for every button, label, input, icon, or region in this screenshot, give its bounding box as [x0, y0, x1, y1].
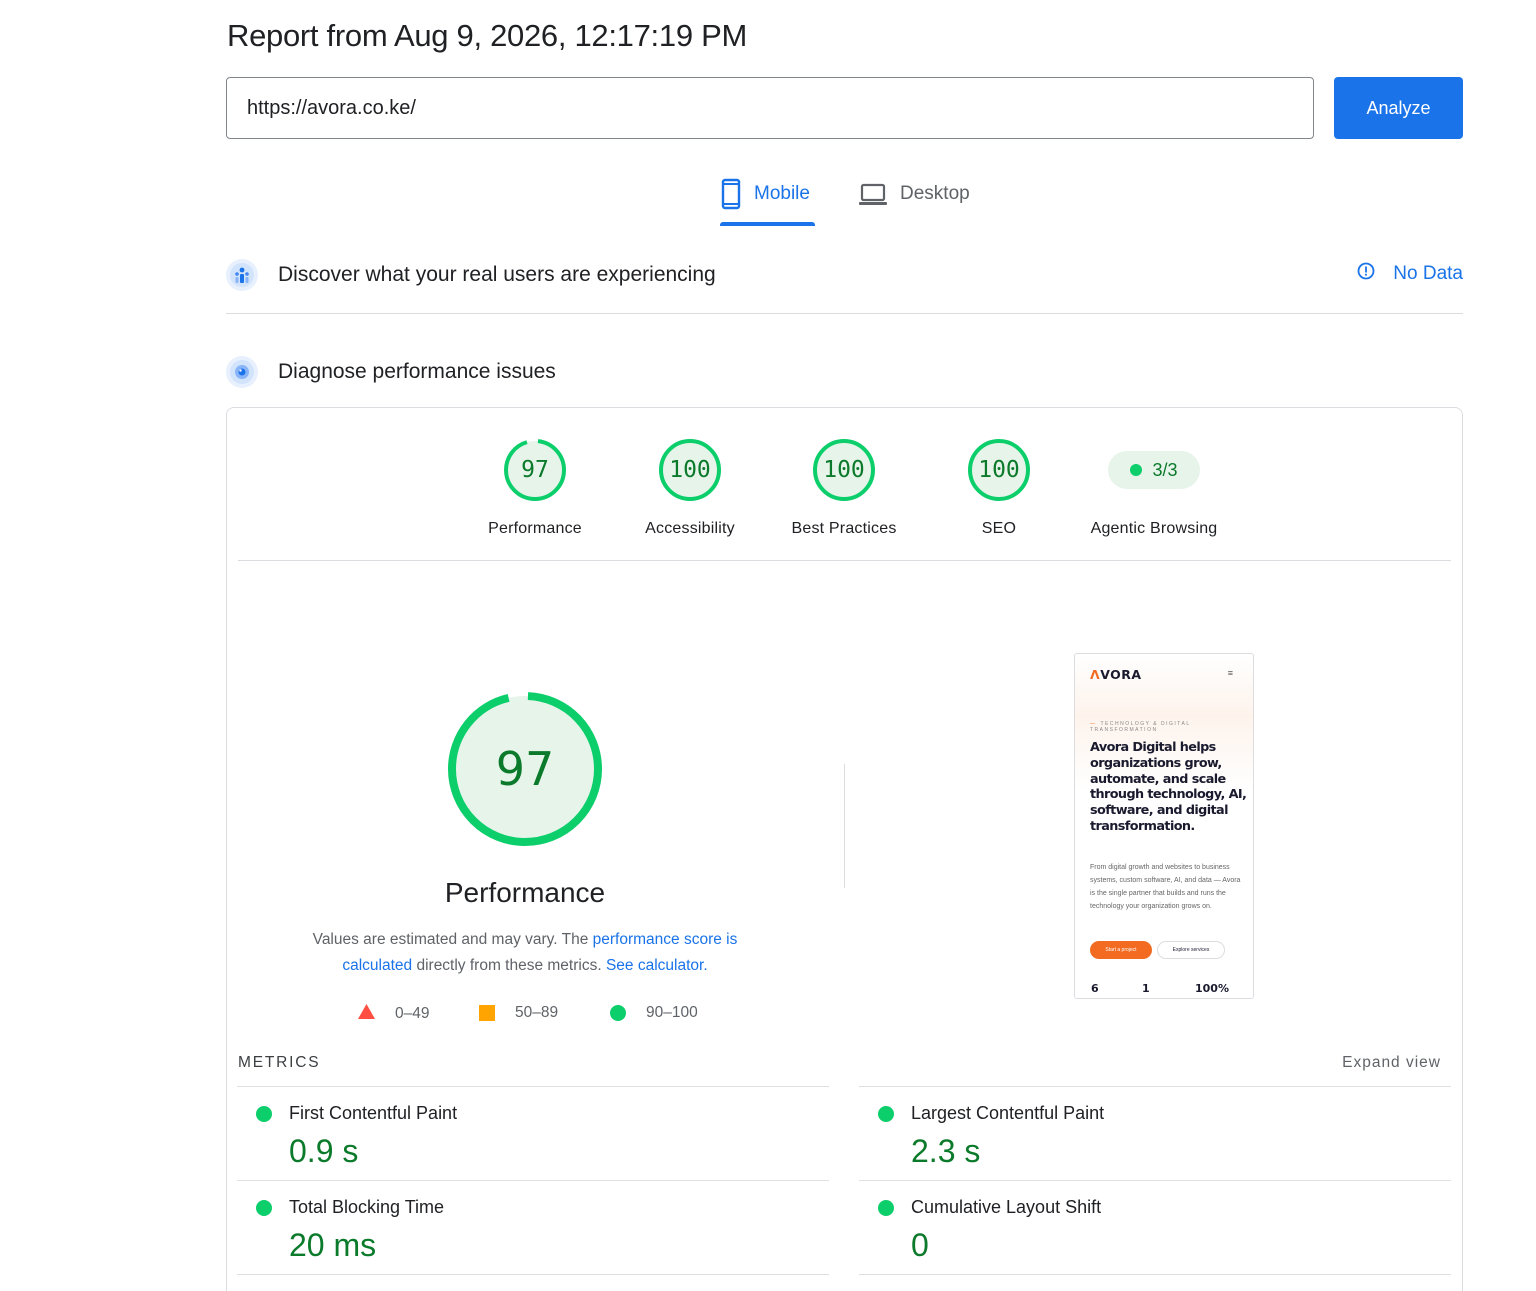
- metric-value: 0: [911, 1227, 929, 1263]
- metric-value: 2.3 s: [911, 1133, 981, 1169]
- pass-dot-icon: [878, 1200, 894, 1216]
- real-users-title: Discover what your real users are experi…: [278, 263, 716, 286]
- legend-fail-range: 0–49: [395, 1005, 430, 1022]
- metric-label: First Contentful Paint: [289, 1103, 458, 1123]
- laptop-icon: [858, 178, 888, 216]
- square-icon: [479, 1005, 495, 1021]
- hamburger-menu-icon: ≡: [1227, 668, 1233, 678]
- performance-score-gauge: 97: [503, 438, 567, 502]
- url-input[interactable]: [227, 78, 1313, 138]
- best-practices-score-gauge: 100: [812, 438, 876, 502]
- accessibility-score: 100: [669, 457, 711, 483]
- seo-score-gauge: 100: [967, 438, 1031, 502]
- vertical-divider: [844, 764, 845, 888]
- agentic-browsing-label: Agentic Browsing: [1090, 520, 1218, 537]
- tab-desktop-label: Desktop: [900, 183, 970, 204]
- performance-main-score: 97: [495, 742, 555, 796]
- screenshot-eyebrow: TECHNOLOGY & DIGITAL TRANSFORMATION: [1090, 721, 1230, 733]
- report-title: Report from Aug 9, 2026, 12:17:19 PM: [227, 18, 747, 53]
- section-divider: [226, 313, 1463, 314]
- best-practices-score: 100: [823, 457, 865, 483]
- performance-score: 97: [521, 457, 549, 483]
- performance-label: Performance: [488, 520, 582, 537]
- crux-users-icon: [226, 259, 258, 291]
- metric-value: 20 ms: [289, 1227, 377, 1263]
- desc-prefix: Values are estimated and may vary. The: [312, 931, 593, 948]
- agentic-browsing-badge: 3/3: [1108, 451, 1200, 489]
- triangle-icon: [358, 1004, 375, 1024]
- screenshot-content: ΛVORA ≡ TECHNOLOGY & DIGITAL TRANSFORMAT…: [1075, 654, 1253, 998]
- metric-label: Total Blocking Time: [289, 1197, 445, 1217]
- expand-view-toggle[interactable]: Expand view: [1342, 1054, 1441, 1072]
- circle-icon: [610, 1005, 626, 1021]
- legend-average: 50–89: [479, 1004, 558, 1022]
- metrics-title: METRICS: [238, 1054, 321, 1071]
- pass-dot-icon: [256, 1106, 272, 1122]
- performance-heading: Performance: [444, 877, 606, 908]
- screenshot-stat: 1: [1142, 982, 1150, 995]
- analyze-button[interactable]: Analyze: [1334, 77, 1463, 139]
- category-performance[interactable]: 97 Performance: [460, 438, 610, 538]
- metric-label: Cumulative Layout Shift: [911, 1197, 1102, 1217]
- performance-main-gauge: 97: [446, 690, 604, 848]
- logo-text: VORA: [1100, 667, 1142, 682]
- legend-pass: 90–100: [610, 1004, 698, 1022]
- pass-dot-icon: [878, 1106, 894, 1122]
- final-screenshot[interactable]: ΛVORA ≡ TECHNOLOGY & DIGITAL TRANSFORMAT…: [1074, 653, 1254, 999]
- metric-tbt: Total Blocking Time 20 ms: [237, 1180, 829, 1275]
- seo-label: SEO: [981, 520, 1017, 537]
- tab-mobile[interactable]: Mobile: [720, 176, 815, 226]
- metric-divider: [237, 1274, 829, 1275]
- legend-average-range: 50–89: [515, 1004, 559, 1021]
- desc-middle: directly from these metrics.: [412, 957, 606, 974]
- category-seo[interactable]: 100 SEO: [924, 438, 1074, 538]
- category-agentic-browsing[interactable]: 3/3 Agentic Browsing: [1079, 438, 1229, 538]
- see-calculator-link[interactable]: See calculator.: [606, 957, 708, 974]
- category-accessibility[interactable]: 100 Accessibility: [615, 438, 765, 538]
- category-best-practices[interactable]: 100 Best Practices: [769, 438, 919, 538]
- metric-divider: [859, 1274, 1451, 1275]
- screenshot-primary-button: Start a project: [1090, 941, 1152, 959]
- logo-mark: Λ: [1090, 667, 1101, 682]
- screenshot-headline: Avora Digital helps organizations grow, …: [1090, 740, 1247, 834]
- metric-fcp: First Contentful Paint 0.9 s: [237, 1086, 829, 1181]
- accessibility-label: Accessibility: [645, 520, 735, 537]
- pass-dot-icon: [1130, 464, 1143, 476]
- best-practices-label: Best Practices: [791, 520, 897, 537]
- real-users-section: Discover what your real users are experi…: [226, 258, 1463, 292]
- performance-description: Values are estimated and may vary. The p…: [290, 927, 760, 979]
- info-icon: [1357, 262, 1375, 286]
- diagnose-section: Diagnose performance issues: [226, 355, 1463, 389]
- screenshot-body: From digital growth and websites to busi…: [1090, 864, 1241, 910]
- category-divider: [238, 560, 1451, 561]
- no-data-label: No Data: [1393, 263, 1463, 284]
- metric-value: 0.9 s: [289, 1133, 359, 1169]
- tab-desktop[interactable]: Desktop: [858, 176, 978, 226]
- metric-label: Largest Contentful Paint: [911, 1103, 1105, 1123]
- seo-score: 100: [978, 457, 1020, 483]
- phone-icon: [720, 178, 742, 216]
- legend-fail: 0–49: [358, 1004, 429, 1024]
- metric-cls: Cumulative Layout Shift 0: [859, 1180, 1451, 1275]
- screenshot-stat: 6: [1091, 982, 1099, 995]
- accessibility-score-gauge: 100: [658, 438, 722, 502]
- screenshot-secondary-button: Explore services: [1157, 941, 1225, 959]
- agentic-browsing-score: 3/3: [1152, 459, 1178, 480]
- tab-mobile-label: Mobile: [754, 183, 810, 204]
- screenshot-stat: 100%: [1195, 982, 1229, 995]
- screenshot-logo: ΛVORA: [1090, 667, 1142, 682]
- legend-pass-range: 90–100: [646, 1004, 698, 1021]
- lighthouse-icon: [226, 356, 258, 388]
- no-data-indicator[interactable]: No Data: [1357, 262, 1463, 286]
- url-field[interactable]: [226, 77, 1314, 139]
- diagnose-title: Diagnose performance issues: [278, 360, 556, 383]
- metric-lcp: Largest Contentful Paint 2.3 s: [859, 1086, 1451, 1181]
- pass-dot-icon: [256, 1200, 272, 1216]
